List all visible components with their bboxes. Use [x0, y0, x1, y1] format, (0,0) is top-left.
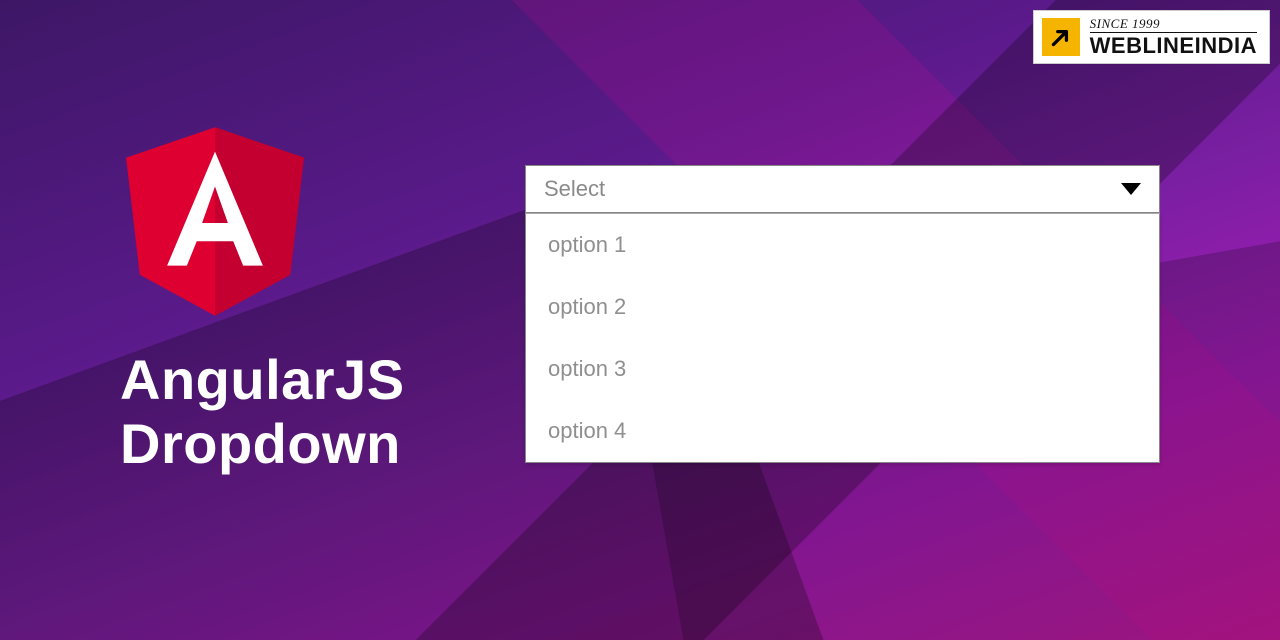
brand-name: WEBLINEINDIA [1090, 35, 1257, 57]
dropdown-option[interactable]: option 3 [526, 338, 1159, 400]
angular-logo-icon [120, 120, 310, 320]
hero-title-line2: Dropdown [120, 412, 540, 476]
hero-title-line1: AngularJS [120, 348, 540, 412]
dropdown-trigger[interactable]: Select [525, 165, 1160, 213]
dropdown-option[interactable]: option 1 [526, 214, 1159, 276]
brand-since: SINCE 1999 [1090, 17, 1257, 33]
brand-badge: SINCE 1999 WEBLINEINDIA [1033, 10, 1270, 64]
hero-title: AngularJS Dropdown [120, 348, 540, 477]
dropdown-options: option 1 option 2 option 3 option 4 [525, 213, 1160, 463]
dropdown: Select option 1 option 2 option 3 option… [525, 165, 1160, 463]
arrow-up-right-icon [1042, 18, 1080, 56]
brand-text: SINCE 1999 WEBLINEINDIA [1090, 17, 1257, 57]
dropdown-option[interactable]: option 4 [526, 400, 1159, 462]
promo-banner: SINCE 1999 WEBLINEINDIA AngularJS Dropdo… [0, 0, 1280, 640]
hero-left: AngularJS Dropdown [120, 120, 540, 477]
dropdown-placeholder: Select [544, 176, 605, 202]
caret-down-icon [1121, 183, 1141, 195]
dropdown-option[interactable]: option 2 [526, 276, 1159, 338]
